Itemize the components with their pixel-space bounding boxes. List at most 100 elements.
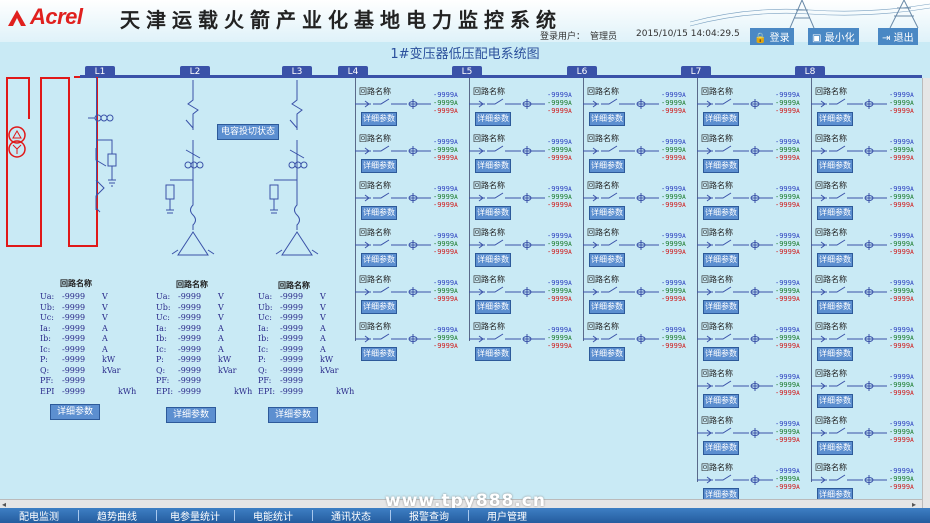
circuit-detail-button[interactable]: 详细参数 xyxy=(703,347,739,361)
reading-phase-a: -9999A xyxy=(433,138,458,146)
nav-power-monitoring[interactable]: 配电监测 xyxy=(0,508,78,523)
capacitor-switch-status-button[interactable]: 电容投切状态 xyxy=(217,124,279,140)
breaker-symbol-icon xyxy=(355,192,431,203)
circuit-detail-button[interactable]: 详细参数 xyxy=(475,206,511,220)
reading-phase-a: -9999A xyxy=(547,91,572,99)
circuit-detail-button[interactable]: 详细参数 xyxy=(589,159,625,173)
circuit-detail-button[interactable]: 详细参数 xyxy=(703,112,739,126)
circuit-detail-button[interactable]: 详细参数 xyxy=(703,253,739,267)
reading-unit: A xyxy=(682,155,686,162)
circuit-detail-button[interactable]: 详细参数 xyxy=(817,206,853,220)
circuit-detail-button[interactable]: 详细参数 xyxy=(589,347,625,361)
circuit-detail-button[interactable]: 详细参数 xyxy=(361,206,397,220)
reading-value: -9999 xyxy=(775,373,797,381)
circuit-detail-button[interactable]: 详细参数 xyxy=(361,300,397,314)
reading-phase-c: -9999A xyxy=(775,295,800,303)
breaker-symbol-icon xyxy=(697,192,773,203)
measurement-value: -9999 xyxy=(280,365,304,375)
measurement-value: -9999 xyxy=(178,344,202,354)
breaker-symbol-icon xyxy=(469,192,545,203)
circuit-detail-button[interactable]: 详细参数 xyxy=(703,300,739,314)
circuit-detail-button[interactable]: 详细参数 xyxy=(361,253,397,267)
circuit-detail-button[interactable]: 详细参数 xyxy=(817,253,853,267)
measurement-value: -9999 xyxy=(280,344,304,354)
reading-phase-a: -9999A xyxy=(775,185,800,193)
circuit-detail-button[interactable]: 详细参数 xyxy=(703,206,739,220)
measurement-value: -9999 xyxy=(178,323,202,333)
measurement-value: -9999 xyxy=(178,313,202,322)
source-line xyxy=(6,245,40,247)
measurement-unit: V xyxy=(320,302,326,312)
reading-unit: A xyxy=(682,202,686,209)
reading-unit: A xyxy=(454,296,458,303)
measurement-unit: A xyxy=(218,344,224,354)
source-line xyxy=(6,77,28,79)
reading-phase-a: -9999A xyxy=(775,420,800,428)
nav-energy-stats[interactable]: 电能统计 xyxy=(234,508,312,523)
circuit-detail-button[interactable]: 详细参数 xyxy=(475,159,511,173)
breaker-symbol-icon xyxy=(469,145,545,156)
circuit-detail-button[interactable]: 详细参数 xyxy=(589,112,625,126)
nav-trend-curve[interactable]: 趋势曲线 xyxy=(78,508,156,523)
reading-value: -9999 xyxy=(889,248,911,256)
circuit-detail-button[interactable]: 详细参数 xyxy=(817,347,853,361)
nav-comm-status[interactable]: 通讯状态 xyxy=(312,508,390,523)
nav-user-management[interactable]: 用户管理 xyxy=(468,508,546,523)
nav-parameter-stats[interactable]: 电参量统计 xyxy=(156,508,234,523)
panel-detail-button[interactable]: 详细参数 xyxy=(50,404,100,420)
measurement-label: Ub: xyxy=(258,302,273,312)
circuit-detail-button[interactable]: 详细参数 xyxy=(817,300,853,314)
measurement-label: Uc: xyxy=(156,313,170,322)
reading-phase-a: -9999A xyxy=(433,185,458,193)
reading-phase-c: -9999A xyxy=(547,295,572,303)
reading-phase-b: -9999A xyxy=(433,193,458,201)
circuit-detail-button[interactable]: 详细参数 xyxy=(703,159,739,173)
circuit-detail-button[interactable]: 详细参数 xyxy=(703,441,739,455)
circuit-detail-button[interactable]: 详细参数 xyxy=(475,112,511,126)
measurement-label: EPI: xyxy=(156,386,174,396)
circuit-detail-button[interactable]: 详细参数 xyxy=(703,394,739,408)
reading-phase-a: -9999A xyxy=(775,232,800,240)
panel-detail-button[interactable]: 详细参数 xyxy=(268,407,318,423)
reading-phase-b: -9999A xyxy=(775,287,800,295)
circuit-detail-button[interactable]: 详细参数 xyxy=(817,441,853,455)
measurement-label: PF: xyxy=(258,376,272,385)
reading-phase-b: -9999A xyxy=(775,475,800,483)
reading-unit: A xyxy=(454,288,458,295)
reading-value: -9999 xyxy=(889,342,911,350)
circuit-detail-button[interactable]: 详细参数 xyxy=(361,159,397,173)
circuit-detail-button[interactable]: 详细参数 xyxy=(817,112,853,126)
panel-detail-button[interactable]: 详细参数 xyxy=(166,407,216,423)
reading-phase-b: -9999A xyxy=(547,99,572,107)
circuit-detail-button[interactable]: 详细参数 xyxy=(589,300,625,314)
source-line xyxy=(40,77,70,79)
reading-value: -9999 xyxy=(661,334,683,342)
circuit-detail-button[interactable]: 详细参数 xyxy=(475,253,511,267)
reading-phase-b: -9999A xyxy=(889,240,914,248)
reading-phase-a: -9999A xyxy=(547,279,572,287)
circuit-detail-button[interactable]: 详细参数 xyxy=(361,347,397,361)
circuit-detail-button[interactable]: 详细参数 xyxy=(817,394,853,408)
measurement-unit: A xyxy=(102,344,108,354)
reading-value: -9999 xyxy=(433,107,455,115)
reading-value: -9999 xyxy=(775,381,797,389)
measurement-label: Uc: xyxy=(258,313,272,322)
reading-unit: A xyxy=(796,374,800,381)
circuit-detail-button[interactable]: 详细参数 xyxy=(475,347,511,361)
measurement-unit: A xyxy=(218,323,224,333)
reading-phase-a: -9999A xyxy=(775,373,800,381)
breaker-symbol-icon xyxy=(811,98,887,109)
vertical-scrollbar[interactable] xyxy=(922,78,930,508)
reading-phase-a: -9999A xyxy=(661,279,686,287)
reading-value: -9999 xyxy=(775,475,797,483)
circuit-detail-button[interactable]: 详细参数 xyxy=(817,159,853,173)
measurement-value: -9999 xyxy=(280,292,304,301)
circuit-detail-button[interactable]: 详细参数 xyxy=(589,253,625,267)
circuit-detail-button[interactable]: 详细参数 xyxy=(589,206,625,220)
reading-phase-a: -9999A xyxy=(889,91,914,99)
circuit-detail-button[interactable]: 详细参数 xyxy=(361,112,397,126)
nav-alarm-query[interactable]: 报警查询 xyxy=(390,508,468,523)
reading-phase-c: -9999A xyxy=(775,436,800,444)
circuit-detail-button[interactable]: 详细参数 xyxy=(475,300,511,314)
measurement-value: -9999 xyxy=(280,334,304,343)
